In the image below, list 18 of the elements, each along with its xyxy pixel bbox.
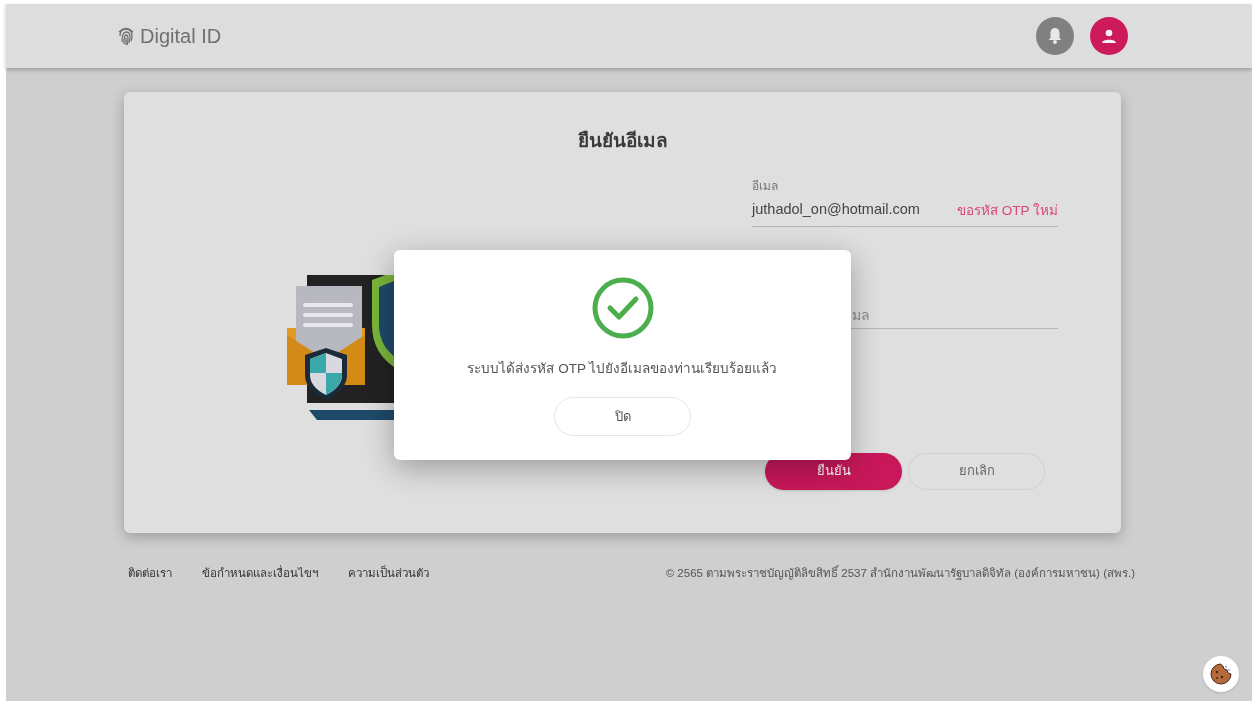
footer-link[interactable]: ความเป็นส่วนตัว (348, 565, 429, 583)
fingerprint-icon (117, 26, 135, 46)
profile-button[interactable] (1090, 17, 1128, 55)
notification-button[interactable] (1036, 17, 1074, 55)
user-icon (1102, 29, 1116, 43)
cookie-icon (1210, 663, 1232, 685)
email-field[interactable]: juthadol_on@hotmail.com ขอรหัส OTP ใหม่ (752, 198, 1058, 227)
logo-text[interactable]: Digital ID (140, 21, 222, 51)
field-label: อีเมล (752, 177, 779, 195)
footer-link[interactable]: ติดต่อเรา (128, 565, 172, 583)
close-button[interactable]: ปิด (554, 397, 691, 437)
dialog-message: ระบบได้ส่งรหัส OTP ไปยังอีเมลของท่านเรียบร้อยแล้ว (467, 360, 778, 378)
page-title: ยืนยันอีเมล (577, 129, 668, 153)
bell-icon (1048, 28, 1062, 44)
success-check-icon (591, 277, 654, 339)
cookie-button[interactable] (1203, 656, 1239, 692)
copyright-text: © 2565 ตามพระราชบัญญัติลิขสิทธิ์ 2537 สำนักงานพัฒนารัฐบาลดิจิทัล (องค์การมหาชน) (สพร.) (665, 565, 1135, 582)
footer-link[interactable]: ข้อกำหนดและเงื่อนไขฯ (202, 565, 318, 583)
